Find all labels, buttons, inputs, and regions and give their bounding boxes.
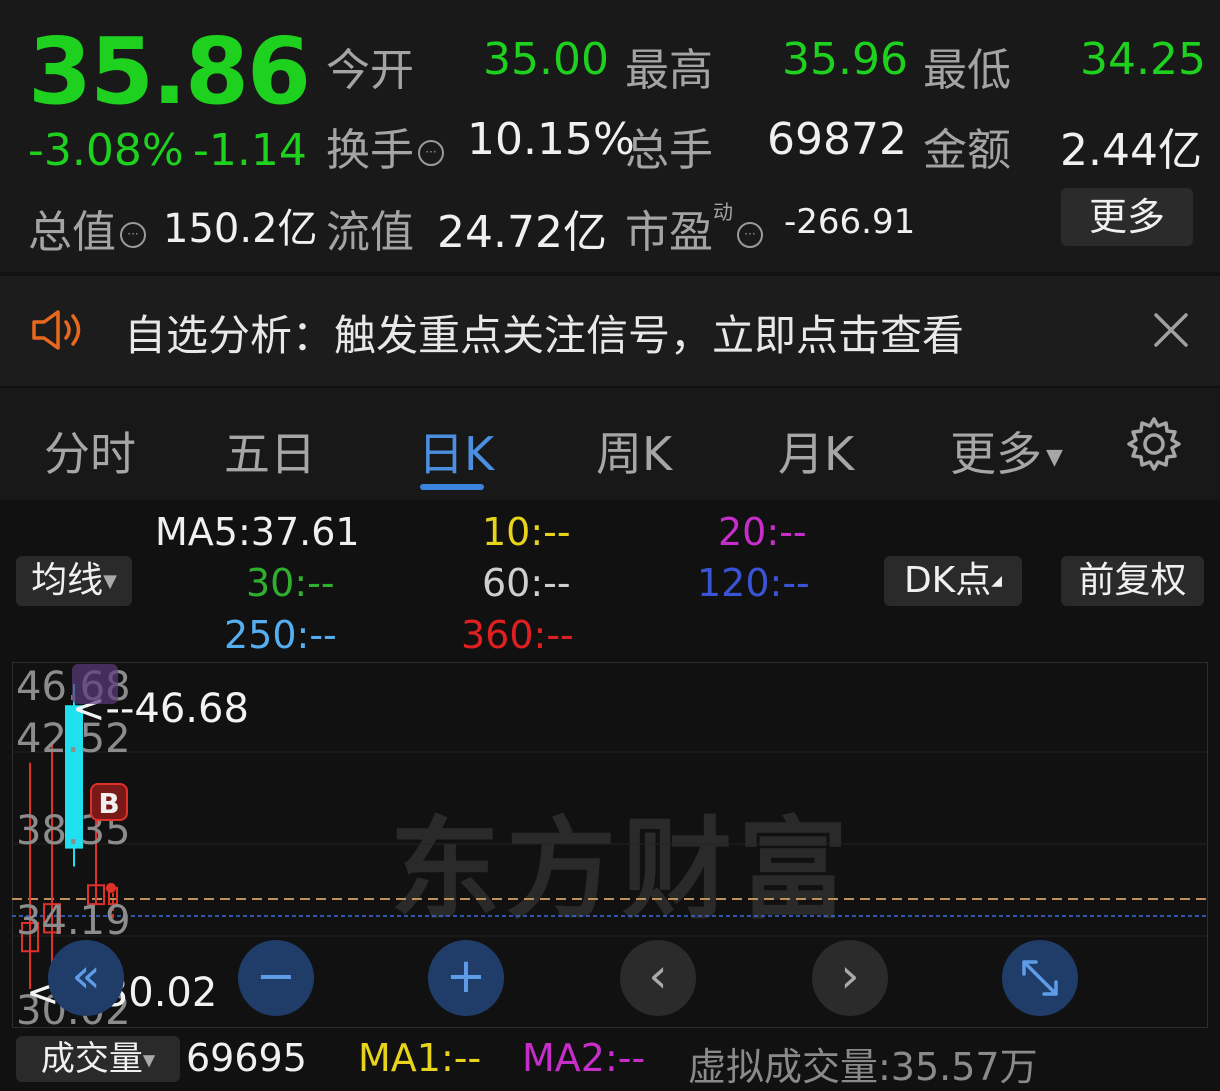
turnover-value: 10.15% [467,114,635,165]
signal-badge [72,664,118,704]
change-percent: -3.08% [28,125,184,176]
zoom-in-icon: + [445,948,487,1004]
close-icon[interactable] [1153,312,1189,348]
caret-down-icon: ▼ [142,1050,156,1070]
dk-point-label: DK点 [903,560,992,601]
notice-text[interactable]: 自选分析：触发重点关注信号，立即点击查看 [124,302,964,363]
volume-value: 69872 [767,114,907,165]
more-quote-button[interactable]: 更多 [1061,188,1193,246]
tab-five-day[interactable]: 五日 [224,418,316,484]
zoom-out-icon: − [255,948,297,1004]
open-label: 今开 [326,45,414,96]
buy-signal-badge[interactable]: B [90,783,128,821]
tab-weekly-k[interactable]: 周K [596,418,672,484]
pe-label-text: 市盈 [625,207,713,258]
ma360-label: 360:-- [461,613,574,657]
amount-label: 金额 [923,125,1011,176]
low-label: 最低 [923,45,1011,96]
speaker-icon [32,310,81,350]
high-value: 35.96 [782,34,908,85]
next-button[interactable]: › [812,940,888,1016]
tab-daily-k[interactable]: 日K [418,418,494,484]
chevron-left-icon: ‹ [648,948,668,1004]
open-value: 35.00 [483,34,609,85]
ma5-label: MA5:37.61 [155,510,360,554]
ma-selector[interactable]: 均线▼ [16,556,132,606]
float-value: 24.72亿 [437,207,607,258]
turnover-label[interactable]: 换手 ··· [326,114,444,178]
amount-value: 2.44亿 [1060,125,1202,176]
tab-intraday[interactable]: 分时 [44,418,136,484]
adjust-button[interactable]: 前复权 [1061,556,1204,606]
expand-icon [1022,960,1058,996]
mktcap-label-text: 总值 [28,207,116,258]
caret-down-icon: ▼ [103,571,117,592]
ma-selector-label: 均线 [31,560,104,601]
volume-value: 69695 [186,1036,307,1080]
tab-more[interactable]: 更多 ▼ [950,418,1063,484]
low-value: 34.25 [1080,34,1206,85]
info-icon[interactable]: ··· [418,140,444,166]
zoom-out-button[interactable]: − [238,940,314,1016]
tab-monthly-k[interactable]: 月K [778,418,854,484]
last-price: 35.86 [28,18,311,125]
pe-sup: 动 [713,200,733,224]
tab-more-label: 更多 [950,427,1042,481]
caret-down-icon: ▼ [1046,445,1063,470]
pe-label[interactable]: 市盈动··· [625,196,763,260]
mktcap-value: 150.2亿 [163,206,318,252]
turnover-label-text: 换手 [326,125,414,176]
prev-button[interactable]: ‹ [620,940,696,1016]
zoom-in-button[interactable]: + [428,940,504,1016]
volume-selector-label: 成交量 [40,1039,143,1079]
ma10-label: 10:-- [482,510,571,554]
chevron-right-icon: › [840,948,860,1004]
ma20-label: 20:-- [718,510,807,554]
pe-value: -266.91 [784,202,916,242]
ma120-label: 120:-- [697,561,810,605]
change-amount: -1.14 [193,125,307,176]
grid [12,751,1208,937]
rewind-icon: « [71,948,101,1004]
ma60-label: 60:-- [482,561,571,605]
volume-ma2: MA2:-- [522,1036,646,1080]
float-label: 流值 [326,207,414,258]
info-icon[interactable]: ··· [737,222,763,248]
dk-point-button[interactable]: DK点◢ [884,556,1022,606]
volume-selector[interactable]: 成交量▼ [16,1036,180,1082]
info-icon[interactable]: ··· [120,222,146,248]
active-tab-indicator [420,484,484,490]
ma30-label: 30:-- [246,561,335,605]
rewind-button[interactable]: « [48,940,124,1016]
virtual-volume: 虚拟成交量:35.57万 [688,1045,1038,1089]
volume-label: 总手 [625,125,713,176]
high-label: 最高 [625,45,713,96]
y-tick: 34.19 [16,898,131,944]
gear-icon[interactable] [1126,416,1182,472]
mktcap-label[interactable]: 总值 ··· [28,196,146,260]
last-price-dot [106,882,116,893]
expand-button[interactable] [1002,940,1078,1016]
corner-arrow-icon: ◢ [991,573,1003,589]
ma250-label: 250:-- [224,613,337,657]
volume-ma1: MA1:-- [358,1036,482,1080]
